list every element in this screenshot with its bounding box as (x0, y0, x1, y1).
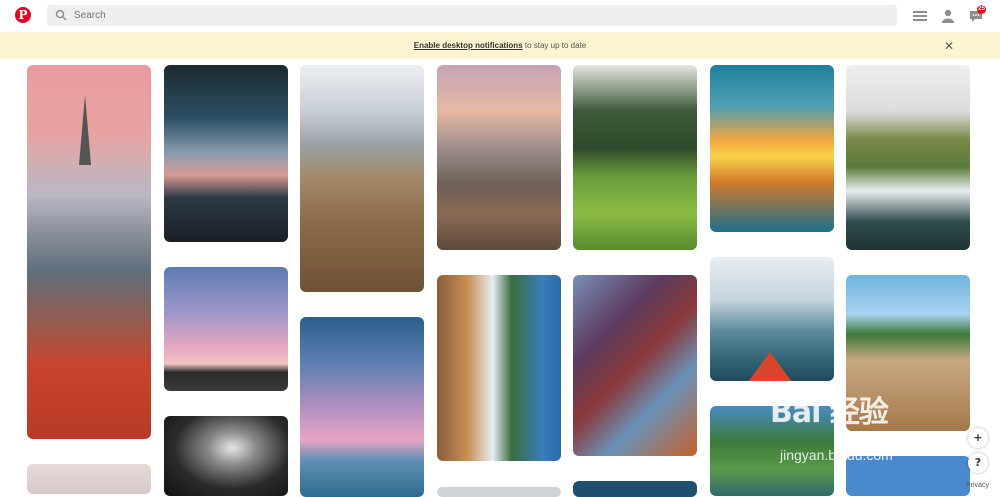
pin-girl-reading-field[interactable] (300, 65, 424, 292)
top-navigation-bar: P 25 (0, 0, 1000, 32)
pin-partial-bottom-col5[interactable] (573, 481, 697, 497)
pin-colmar-canal-houses[interactable] (437, 275, 561, 461)
pin-cliff-edge-hiker[interactable] (437, 65, 561, 250)
notification-banner: Enable desktop notifications to stay up … (0, 32, 1000, 59)
pin-autumn-leaves-raindrops[interactable] (573, 275, 697, 456)
pin-kayak-snowy-river[interactable] (710, 257, 834, 381)
baidu-watermark-url: jingyan.baidu.com (780, 447, 893, 463)
notification-text: to stay up to date (522, 41, 587, 50)
search-bar[interactable] (47, 5, 897, 26)
pin-eiffel-tower-autumn[interactable] (27, 65, 151, 439)
pinterest-logo-icon[interactable]: P (15, 7, 31, 23)
add-pin-button[interactable]: + (968, 428, 988, 448)
search-input[interactable] (74, 5, 874, 26)
search-icon (55, 9, 67, 21)
baidu-watermark: Bai 经验 (770, 395, 889, 430)
enable-notifications-link[interactable]: Enable desktop notifications (414, 41, 523, 50)
profile-icon[interactable] (941, 9, 955, 23)
pin-iceland-mountain-waterfall[interactable] (846, 65, 970, 250)
notification-message: Enable desktop notifications to stay up … (0, 41, 1000, 50)
pin-lake-sunset-trees[interactable] (164, 65, 288, 242)
pin-sunset-tree-reflection[interactable] (710, 65, 834, 232)
pin-sunset-road-palms[interactable] (164, 267, 288, 391)
message-count-badge: 25 (977, 5, 986, 14)
eiffel-tower-shape (79, 95, 91, 165)
pin-partial-bottom-col4[interactable] (437, 487, 561, 497)
privacy-link[interactable]: Privacy (966, 482, 989, 489)
pin-pink-ocean-sunset[interactable] (300, 317, 424, 497)
pin-galaxy[interactable] (164, 416, 288, 496)
pin-green-valley-cabin[interactable] (573, 65, 697, 250)
close-icon[interactable]: ✕ (944, 40, 954, 52)
help-button[interactable]: ? (968, 453, 988, 473)
menu-icon[interactable] (913, 9, 927, 23)
pin-partial-bottom[interactable] (27, 464, 151, 494)
kayak-shape (748, 352, 792, 381)
